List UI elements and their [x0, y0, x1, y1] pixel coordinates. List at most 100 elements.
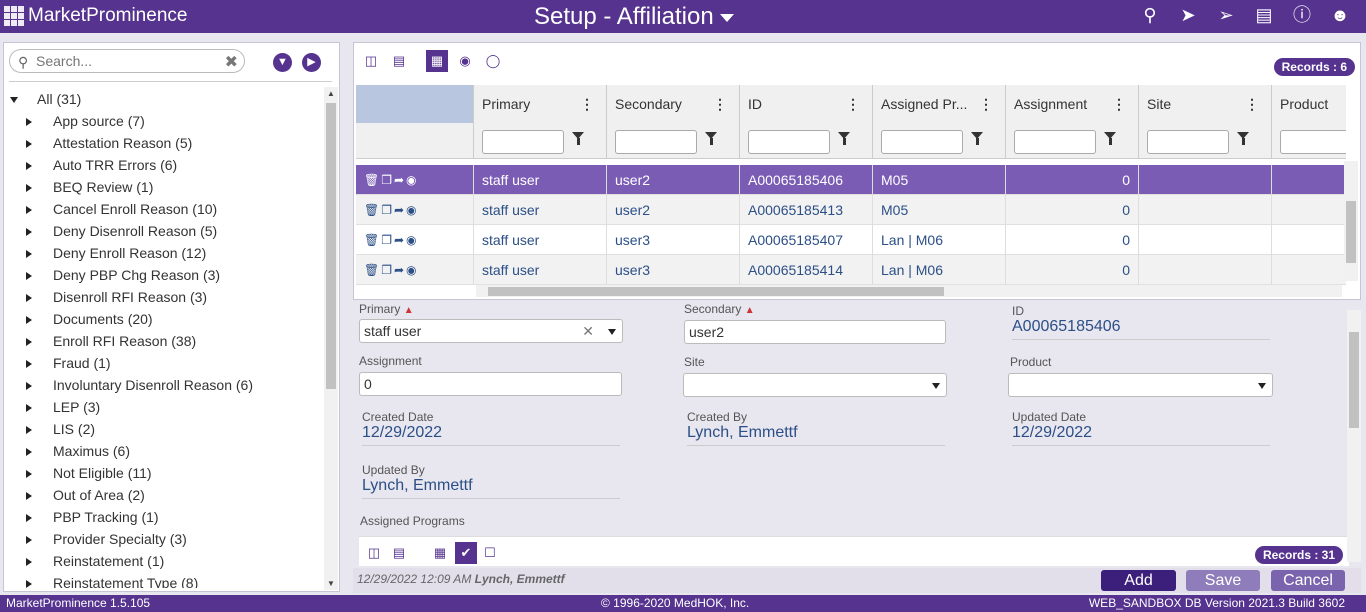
tree-item[interactable]: Not Eligible (11)	[4, 462, 324, 484]
table-row[interactable]: 🗑❐➦◉ staff user user2 A00065185406 M05 0	[356, 165, 1346, 195]
expand-arrow-icon[interactable]	[10, 97, 18, 103]
info-icon[interactable]: ⓘ	[1292, 5, 1312, 25]
grid-view-icon[interactable]: ▦	[429, 542, 451, 564]
chevron-down-icon[interactable]	[608, 329, 616, 335]
assignment-input[interactable]: 0	[359, 372, 622, 396]
scroll-up-icon[interactable]: ▲	[327, 89, 335, 98]
pdf-export-icon[interactable]: ▤	[388, 542, 410, 564]
excel-export-icon[interactable]: ◫	[363, 542, 385, 564]
tree-item[interactable]: Attestation Reason (5)	[4, 132, 324, 154]
tree-item[interactable]: BEQ Review (1)	[4, 176, 324, 198]
uncheck-all-icon[interactable]: ☐	[479, 542, 501, 564]
expand-arrow-icon[interactable]	[26, 470, 32, 478]
column-menu-icon[interactable]: ⋮	[580, 85, 594, 123]
clear-icon[interactable]: ✕	[582, 320, 594, 342]
tree-item[interactable]: Disenroll RFI Reason (3)	[4, 286, 324, 308]
filter-icon[interactable]	[572, 132, 586, 146]
expand-arrow-icon[interactable]	[26, 514, 32, 522]
site-select[interactable]	[683, 373, 947, 397]
grid-horizontal-scrollbar[interactable]	[476, 285, 1342, 297]
tree-item[interactable]: Deny Disenroll Reason (5)	[4, 220, 324, 242]
row-action-icons[interactable]: 🗑❐➦◉	[364, 195, 419, 225]
search-icon[interactable]: ⚲	[1140, 5, 1160, 25]
scroll-thumb[interactable]	[1349, 332, 1359, 428]
expand-arrow-icon[interactable]	[26, 580, 32, 588]
grid-vertical-scrollbar[interactable]	[1344, 161, 1358, 281]
tree-item[interactable]: Enroll RFI Reason (38)	[4, 330, 324, 352]
pdf-export-icon[interactable]: ▤	[388, 50, 410, 72]
tree-item[interactable]: Reinstatement Type (8)	[4, 572, 324, 588]
column-header-assigned-programs[interactable]: Assigned Pr... ⋮	[873, 85, 1006, 123]
expand-arrow-icon[interactable]	[26, 338, 32, 346]
filter-input[interactable]	[1014, 130, 1096, 154]
filter-input[interactable]	[482, 130, 564, 154]
column-menu-icon[interactable]: ⋮	[979, 85, 993, 123]
tree-item[interactable]: Provider Specialty (3)	[4, 528, 324, 550]
chevron-down-icon[interactable]	[932, 383, 940, 389]
expand-arrow-icon[interactable]	[26, 118, 32, 126]
table-row[interactable]: 🗑❐➦◉ staff user user2 A00065185413 M05 0	[356, 195, 1346, 225]
column-header-product[interactable]: Product	[1272, 85, 1346, 123]
tree-item[interactable]: PBP Tracking (1)	[4, 506, 324, 528]
row-action-icons[interactable]: 🗑❐➦◉	[364, 225, 419, 255]
tree-item[interactable]: Cancel Enroll Reason (10)	[4, 198, 324, 220]
filter-input[interactable]	[1147, 130, 1229, 154]
form-scrollbar[interactable]	[1347, 310, 1361, 562]
tree-item[interactable]: Involuntary Disenroll Reason (6)	[4, 374, 324, 396]
grid-view-icon[interactable]: ▦	[426, 50, 448, 72]
filter-icon[interactable]	[705, 132, 719, 146]
filter-icon[interactable]	[1237, 132, 1251, 146]
expand-arrow-icon[interactable]	[26, 536, 32, 544]
chevron-down-icon[interactable]	[1258, 383, 1266, 389]
tree-item[interactable]: LEP (3)	[4, 396, 324, 418]
expand-arrow-icon[interactable]	[26, 206, 32, 214]
tree-search-input[interactable]	[36, 53, 216, 69]
primary-select[interactable]: staff user ✕	[359, 319, 623, 343]
expand-arrow-icon[interactable]	[26, 250, 32, 258]
scroll-thumb[interactable]	[488, 287, 944, 296]
page-title[interactable]: Setup - Affiliation	[534, 3, 734, 31]
app-logo[interactable]: MarketProminence	[4, 5, 187, 27]
tree-item[interactable]: Maximus (6)	[4, 440, 324, 462]
row-action-icons[interactable]: 🗑❐➦◉	[364, 255, 419, 285]
expand-arrow-icon[interactable]	[26, 316, 32, 324]
cancel-button[interactable]: Cancel	[1271, 570, 1345, 591]
filter-icon[interactable]	[1104, 132, 1118, 146]
save-button[interactable]: Save	[1186, 570, 1260, 591]
tree-scrollbar[interactable]: ▲ ▼	[324, 87, 338, 590]
expand-arrow-icon[interactable]	[26, 492, 32, 500]
column-header-secondary[interactable]: Secondary ⋮	[607, 85, 740, 123]
column-header-assignment[interactable]: Assignment ⋮	[1006, 85, 1139, 123]
filter-input[interactable]	[881, 130, 963, 154]
expand-arrow-icon[interactable]	[26, 360, 32, 368]
expand-arrow-icon[interactable]	[26, 184, 32, 192]
column-header-id[interactable]: ID ⋮	[740, 85, 873, 123]
scroll-thumb[interactable]	[326, 103, 336, 389]
clear-search-icon[interactable]: ✖	[225, 52, 238, 72]
expand-arrow-icon[interactable]	[26, 272, 32, 280]
expand-arrow-icon[interactable]	[26, 162, 32, 170]
tree-item[interactable]: Deny PBP Chg Reason (3)	[4, 264, 324, 286]
filter-icon[interactable]	[971, 132, 985, 146]
tree-item[interactable]: Fraud (1)	[4, 352, 324, 374]
scroll-thumb[interactable]	[1346, 201, 1356, 263]
tree-item[interactable]: Documents (20)	[4, 308, 324, 330]
send-icon[interactable]: ➢	[1216, 5, 1236, 25]
expand-arrow-icon[interactable]	[26, 426, 32, 434]
expand-arrow-icon[interactable]	[26, 228, 32, 236]
column-header-site[interactable]: Site ⋮	[1139, 85, 1272, 123]
filter-input[interactable]	[748, 130, 830, 154]
collapse-all-button[interactable]: ▼	[273, 53, 292, 72]
expand-arrow-icon[interactable]	[26, 558, 32, 566]
expand-arrow-icon[interactable]	[26, 294, 32, 302]
expand-arrow-icon[interactable]	[26, 382, 32, 390]
scroll-down-icon[interactable]: ▼	[327, 579, 335, 588]
tree-root[interactable]: All (31)	[4, 88, 324, 110]
add-button[interactable]: Add	[1101, 570, 1176, 591]
tree-item[interactable]: Auto TRR Errors (6)	[4, 154, 324, 176]
tree-item[interactable]: Out of Area (2)	[4, 484, 324, 506]
product-select[interactable]	[1008, 373, 1273, 397]
tree-item[interactable]: LIS (2)	[4, 418, 324, 440]
filter-input[interactable]	[1280, 130, 1346, 154]
expand-arrow-icon[interactable]	[26, 404, 32, 412]
